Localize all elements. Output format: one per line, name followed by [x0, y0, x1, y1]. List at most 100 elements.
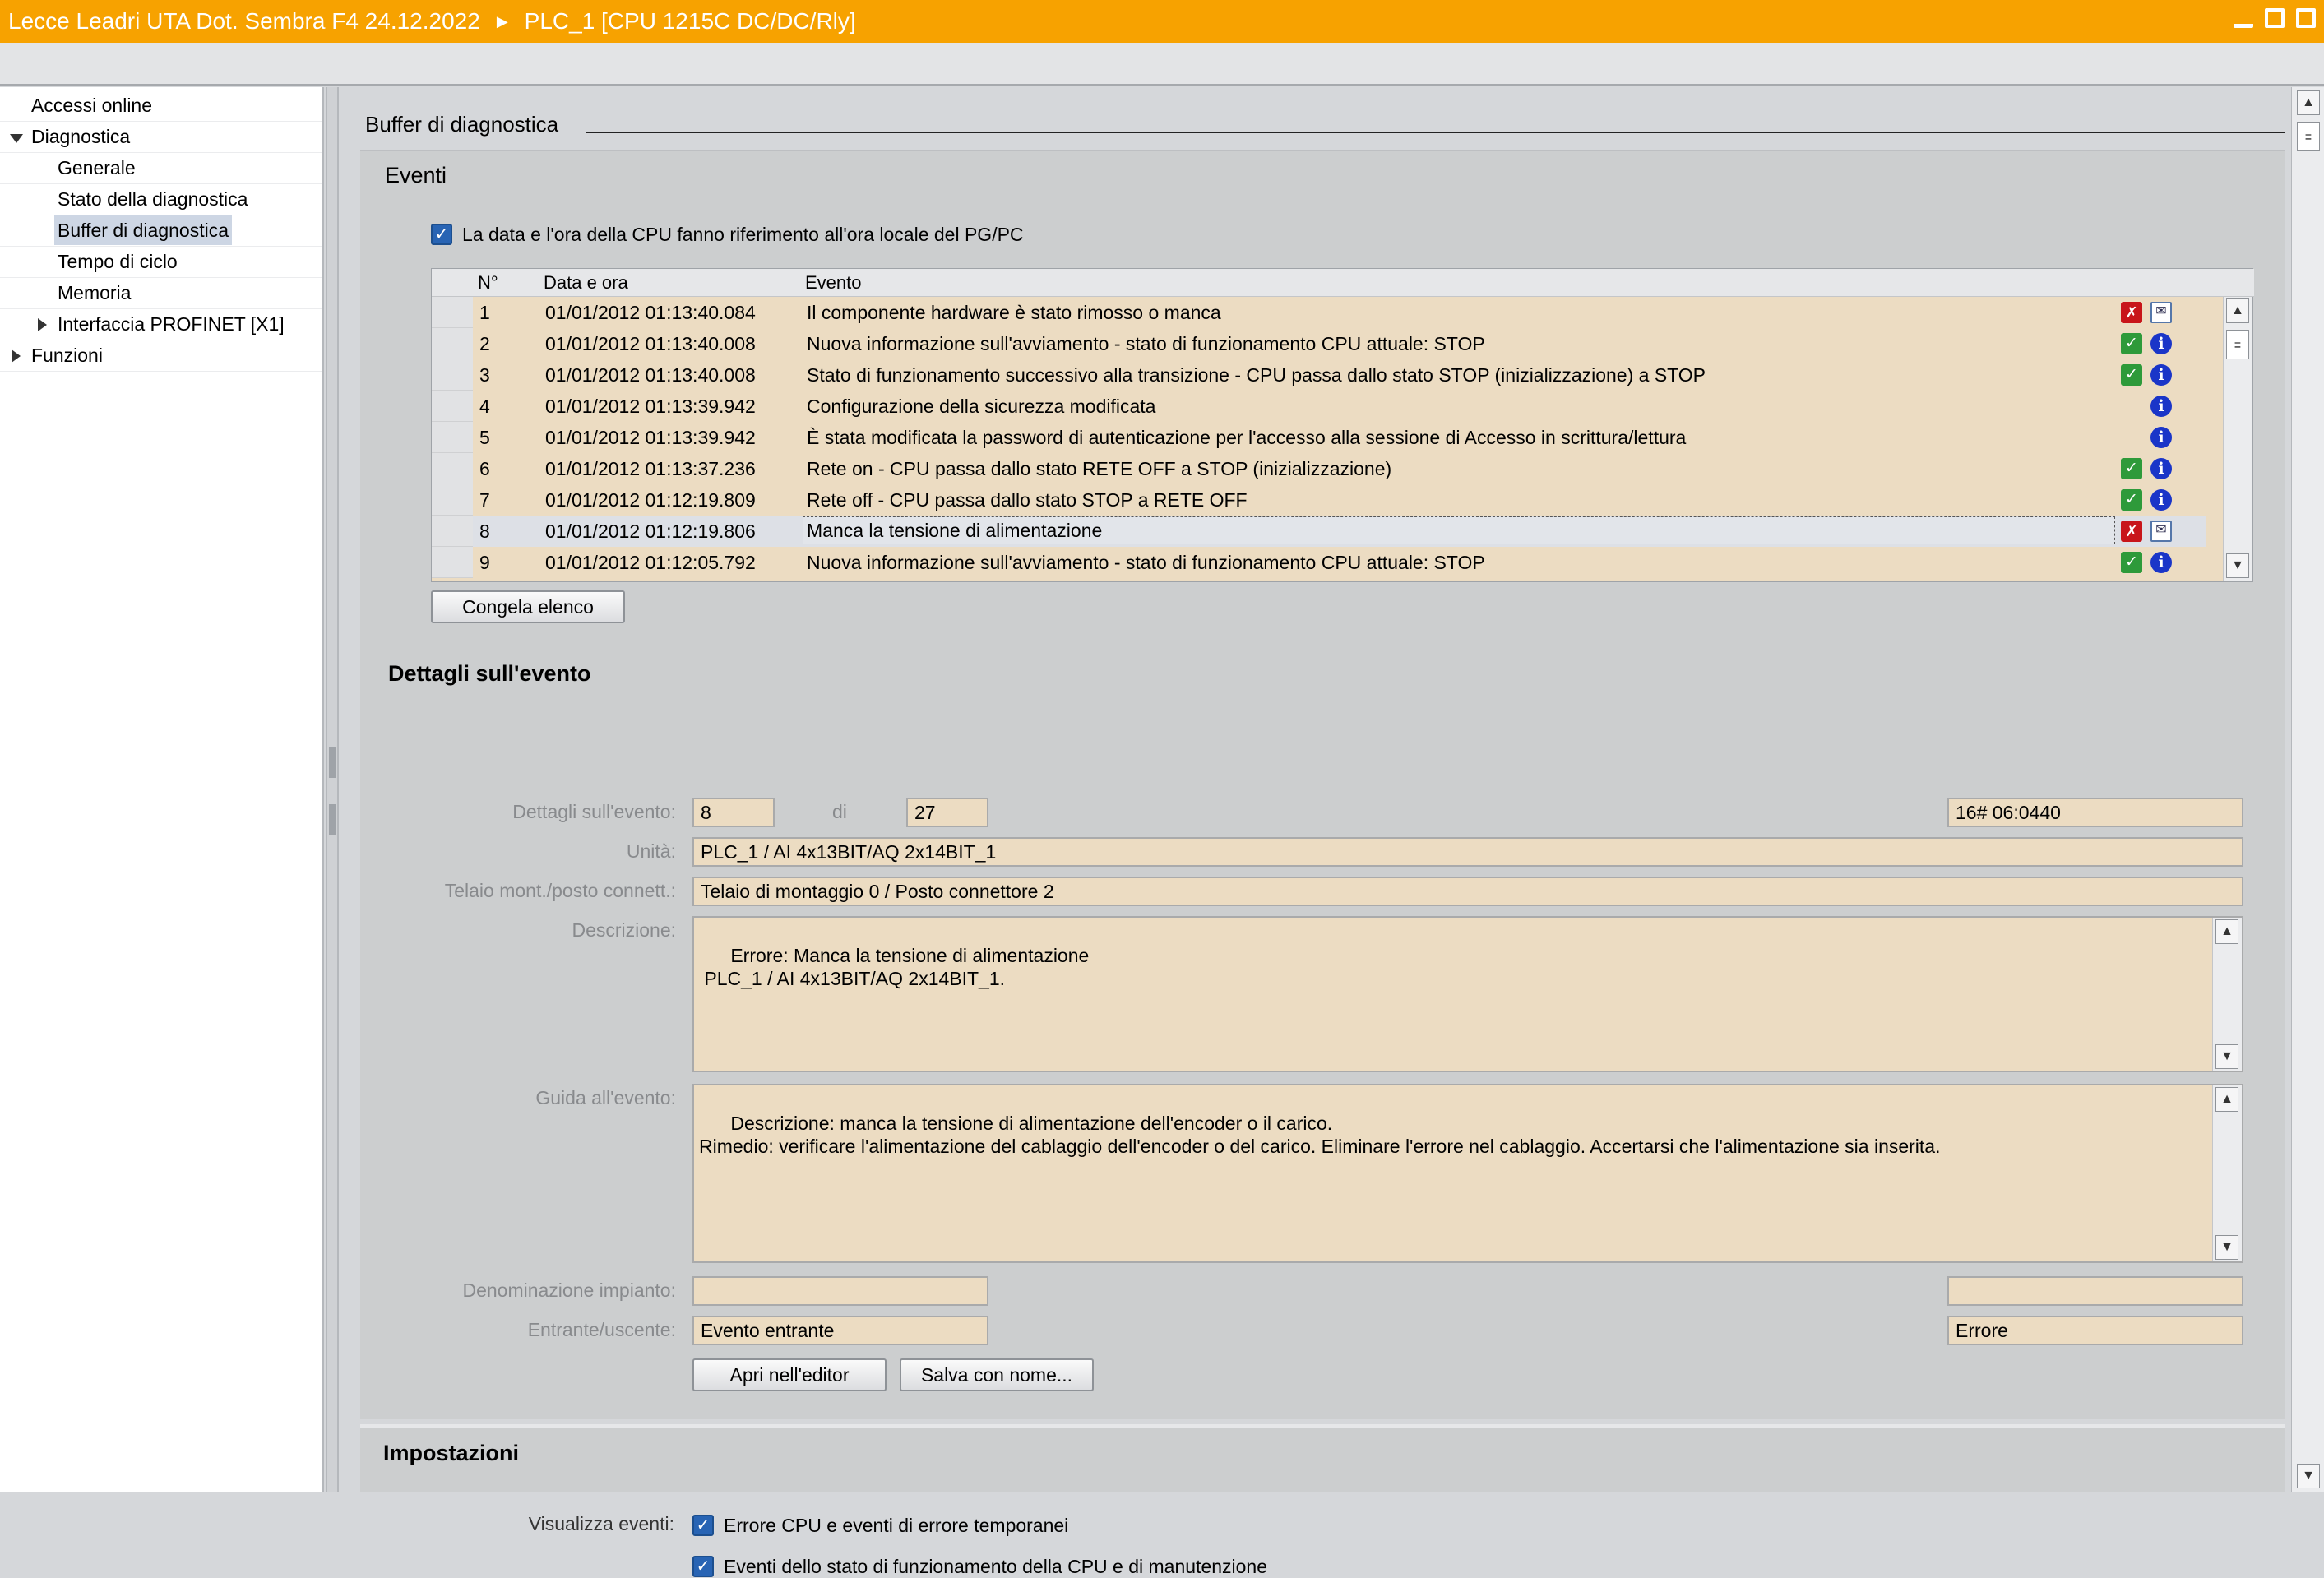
minimize-icon[interactable]	[2234, 8, 2253, 28]
column-header-event[interactable]: Evento	[805, 272, 862, 294]
table-row-selected[interactable]: 8 01/01/2012 01:12:19.806 Manca la tensi…	[432, 516, 2206, 547]
row-datetime: 01/01/2012 01:13:40.008	[545, 333, 756, 354]
row-event: Manca la tensione di alimentazione	[803, 516, 2115, 544]
row-number: 9	[479, 552, 490, 573]
description-text: Errore: Manca la tensione di alimentazio…	[704, 945, 1090, 989]
description-scrollbar[interactable]: ▲ ▼	[2212, 918, 2242, 1071]
cpu-error-label: Errore CPU e eventi di errore temporanei	[724, 1515, 1069, 1536]
nav-item-memoria[interactable]: Memoria	[0, 278, 322, 309]
nav-item-funzioni[interactable]: Funzioni	[0, 340, 322, 372]
save-as-button[interactable]: Salva con nome...	[900, 1358, 1094, 1391]
info-icon: i	[2150, 333, 2172, 354]
table-header: N° Data e ora Evento	[432, 269, 2254, 297]
table-row[interactable]: 7 01/01/2012 01:12:19.809 Rete off - CPU…	[432, 484, 2206, 516]
collapsed-triangle-icon[interactable]	[12, 349, 21, 363]
show-events-label: Visualizza eventi:	[528, 1513, 674, 1534]
scroll-down-icon[interactable]: ▼	[2215, 1235, 2238, 1260]
collapse-handle[interactable]	[329, 747, 336, 778]
rack-field: Telaio di montaggio 0 / Posto connettore…	[692, 877, 2243, 906]
expand-handle[interactable]	[329, 804, 336, 835]
info-icon: i	[2150, 552, 2172, 573]
nav-item-tempo-ciclo[interactable]: Tempo di ciclo	[0, 247, 322, 278]
scroll-down-icon[interactable]: ▼	[2215, 1044, 2238, 1069]
nav-item-accessi-online[interactable]: Accessi online	[0, 90, 322, 122]
events-title: Eventi	[385, 163, 447, 187]
row-event: È stata modificata la password di autent…	[807, 427, 1687, 448]
open-in-editor-button[interactable]: Apri nell'editor	[692, 1358, 887, 1391]
freeze-list-button[interactable]: Congela elenco	[431, 590, 625, 623]
row-datetime: 01/01/2012 01:13:39.942	[545, 427, 756, 448]
restore-icon[interactable]	[2265, 8, 2285, 28]
description-label: Descrizione:	[572, 919, 676, 941]
local-time-label: La data e l'ora della CPU fanno riferime…	[462, 224, 1024, 245]
ok-check-icon: ✓	[2121, 489, 2142, 511]
row-event: Il componente hardware è stato rimosso o…	[807, 302, 1221, 323]
error-icon: ✗	[2121, 302, 2142, 323]
table-row[interactable]: 1 01/01/2012 01:13:40.084 Il componente …	[432, 297, 2206, 328]
inout-label: Entrante/uscente:	[527, 1319, 676, 1340]
row-number: 1	[479, 302, 490, 323]
table-row[interactable]: 6 01/01/2012 01:13:37.236 Rete on - CPU …	[432, 453, 2206, 484]
row-number: 3	[479, 364, 490, 386]
nav-item-stato-diagnostica[interactable]: Stato della diagnostica	[0, 184, 322, 215]
scroll-down-icon[interactable]: ▼	[2226, 553, 2249, 578]
table-scrollbar[interactable]: ▲ ≡ ▼	[2223, 297, 2252, 581]
nav-item-label: Generale	[58, 157, 136, 178]
row-event: Stato di funzionamento successivo alla t…	[807, 364, 1706, 386]
table-row[interactable]: 3 01/01/2012 01:13:40.008 Stato di funzi…	[432, 359, 2206, 391]
scroll-down-icon[interactable]: ▼	[2297, 1464, 2320, 1488]
nav-item-label: Tempo di ciclo	[58, 251, 178, 272]
type-field: Errore	[1947, 1316, 2243, 1345]
pane-splitter[interactable]	[326, 87, 339, 1492]
table-row[interactable]: 4 01/01/2012 01:13:39.942 Configurazione…	[432, 391, 2206, 422]
scroll-up-icon[interactable]: ▲	[2226, 298, 2249, 323]
scroll-thumb[interactable]: ≡	[2226, 330, 2249, 359]
info-icon: i	[2150, 458, 2172, 479]
row-datetime: 01/01/2012 01:13:39.942	[545, 396, 756, 417]
of-label: di	[832, 801, 847, 822]
maximize-icon[interactable]	[2296, 8, 2316, 28]
scroll-up-icon[interactable]: ▲	[2297, 90, 2320, 115]
cpu-error-checkbox[interactable]: ✓	[692, 1515, 714, 1536]
nav-item-label: Diagnostica	[31, 126, 131, 147]
table-row[interactable]: 5 01/01/2012 01:13:39.942 È stata modifi…	[432, 422, 2206, 453]
help-textarea[interactable]: Descrizione: manca la tensione di alimen…	[692, 1084, 2243, 1263]
row-event: Rete on - CPU passa dallo stato RETE OFF…	[807, 458, 1392, 479]
expanded-triangle-icon[interactable]	[10, 134, 23, 143]
main-content: Buffer di diagnostica Eventi ✓ La data e…	[339, 87, 2291, 1577]
scroll-up-icon[interactable]: ▲	[2215, 919, 2238, 944]
column-header-datetime[interactable]: Data e ora	[544, 272, 628, 294]
help-text: Descrizione: manca la tensione di alimen…	[699, 1113, 1941, 1157]
nav-item-label: Buffer di diagnostica	[54, 215, 232, 245]
nav-item-label: Accessi online	[31, 95, 153, 116]
row-number: 4	[479, 396, 490, 417]
local-time-checkbox[interactable]: ✓	[431, 224, 452, 245]
scroll-up-icon[interactable]: ▲	[2215, 1087, 2238, 1112]
scroll-thumb[interactable]: ≡	[2297, 122, 2320, 151]
description-textarea[interactable]: Errore: Manca la tensione di alimentazio…	[692, 916, 2243, 1072]
incoming-event-icon: ✉	[2150, 521, 2172, 542]
page-title: Buffer di diagnostica	[365, 112, 559, 137]
detail-number-field[interactable]: 8	[692, 798, 775, 827]
column-header-num[interactable]: N°	[478, 272, 498, 294]
nav-item-diagnostica[interactable]: Diagnostica	[0, 122, 322, 153]
cpu-mode-checkbox[interactable]: ✓	[692, 1556, 714, 1577]
events-table: N° Data e ora Evento 1 01/01/2012 01:13:…	[431, 268, 2254, 582]
nav-item-buffer-diagnostica[interactable]: Buffer di diagnostica	[0, 215, 322, 247]
collapsed-triangle-icon[interactable]	[38, 318, 47, 331]
table-row[interactable]: 2 01/01/2012 01:13:40.008 Nuova informaz…	[432, 328, 2206, 359]
main-scrollbar[interactable]: ▲ ≡ ▼	[2291, 87, 2324, 1492]
row-datetime: 01/01/2012 01:12:05.792	[545, 552, 756, 573]
help-scrollbar[interactable]: ▲ ▼	[2212, 1085, 2242, 1261]
nav-item-interfaccia-profinet[interactable]: Interfaccia PROFINET [X1]	[0, 309, 322, 340]
row-datetime: 01/01/2012 01:12:19.809	[545, 489, 756, 511]
nav-item-label: Interfaccia PROFINET [X1]	[58, 313, 285, 335]
ok-check-icon: ✓	[2121, 552, 2142, 573]
ok-check-icon: ✓	[2121, 458, 2142, 479]
table-row[interactable]: 9 01/01/2012 01:12:05.792 Nuova informaz…	[432, 547, 2206, 578]
row-datetime: 01/01/2012 01:13:40.008	[545, 364, 756, 386]
nav-item-generale[interactable]: Generale	[0, 153, 322, 184]
cpu-mode-label: Eventi dello stato di funzionamento dell…	[724, 1556, 1268, 1577]
row-number: 6	[479, 458, 490, 479]
nav-item-label: Funzioni	[31, 345, 103, 366]
